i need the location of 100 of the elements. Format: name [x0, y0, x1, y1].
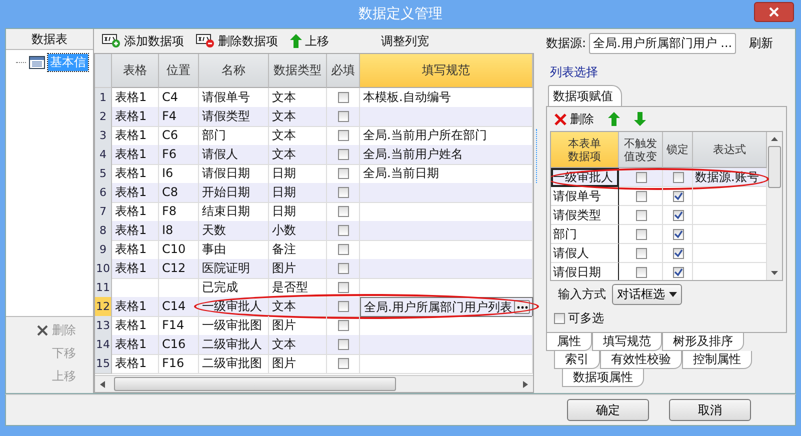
checkbox[interactable]	[673, 210, 684, 220]
table-cell: 表格1	[112, 107, 159, 127]
column-header[interactable]: 名称	[199, 54, 269, 88]
refresh-button[interactable]: 刷新	[739, 35, 774, 52]
checkbox[interactable]	[338, 206, 348, 217]
tab[interactable]: 索引	[554, 351, 600, 369]
column-header[interactable]: 填写规范	[360, 54, 533, 88]
checkbox[interactable]	[636, 228, 647, 240]
checkbox[interactable]	[636, 190, 647, 202]
checkbox[interactable]	[673, 172, 684, 182]
list-select-link[interactable]: 列表选择	[550, 64, 598, 81]
row-number: 12	[95, 297, 112, 317]
checkbox[interactable]	[338, 282, 348, 293]
dialog-button[interactable]: 取消	[669, 399, 751, 421]
tab[interactable]: 数据项属性	[562, 369, 644, 387]
table-cell: 表格1	[112, 335, 159, 355]
table-cell: 请假单号	[551, 187, 619, 206]
table-cell: F16	[159, 354, 199, 374]
scroll-left-icon[interactable]	[100, 380, 105, 388]
checkbox[interactable]	[554, 313, 565, 324]
remove-table-icon	[196, 34, 215, 48]
dialog-button[interactable]: 确定	[567, 399, 649, 421]
checkbox[interactable]	[636, 248, 647, 258]
checkbox[interactable]	[338, 92, 348, 103]
checkbox[interactable]	[338, 339, 348, 350]
tab[interactable]: 控制属性	[682, 351, 752, 369]
table-cell: C14	[159, 297, 199, 317]
table-icon	[29, 56, 45, 69]
row-number: 1	[95, 88, 112, 108]
column-header[interactable]: 表达式	[693, 132, 767, 168]
tab[interactable]: 属性	[546, 333, 592, 351]
toolbar-button[interactable]: 上移	[286, 32, 333, 50]
checkbox[interactable]	[338, 168, 348, 179]
column-header[interactable]: 锁定	[663, 132, 693, 168]
column-header[interactable]: 位置	[159, 54, 199, 88]
table-cell: 表格1	[112, 145, 159, 165]
checkbox[interactable]	[338, 263, 348, 274]
table-cell: 表格1	[112, 221, 159, 241]
row-number: 11	[95, 278, 112, 298]
table-cell: 医院证明	[199, 259, 269, 279]
column-header[interactable]: 本表单数据项	[551, 132, 619, 168]
scroll-up-icon[interactable]	[771, 137, 778, 141]
table-cell: 开始日期	[199, 183, 269, 203]
table-cell: 日期	[269, 183, 327, 203]
tab[interactable]: 数据项赋值	[548, 85, 622, 106]
tab[interactable]: 树形及排序	[662, 333, 744, 351]
checkbox[interactable]	[636, 266, 647, 278]
column-header[interactable]: 必填	[327, 54, 360, 88]
row-number: 6	[95, 183, 112, 203]
checkbox[interactable]	[636, 172, 647, 182]
datasource-field[interactable]: 全局.用户所属部门用户 ...	[589, 33, 736, 54]
row-number: 15	[95, 354, 112, 374]
checkbox[interactable]	[338, 149, 348, 160]
close-button[interactable]	[754, 2, 794, 22]
toolbar-button[interactable]: 添加数据项	[98, 32, 188, 50]
checkbox[interactable]	[636, 210, 647, 220]
table-cell: F4	[159, 107, 199, 127]
more-button[interactable]	[514, 300, 530, 314]
toolbar-button[interactable]: 删除数据项	[192, 32, 282, 50]
delete-button[interactable]: 删除	[550, 110, 598, 128]
up-arrow-icon	[290, 34, 302, 48]
rule-input-field[interactable]: 全局.用户所属部门用户列表	[360, 297, 533, 317]
tab[interactable]: 填写规范	[592, 333, 662, 351]
row-number: 9	[95, 240, 112, 260]
checkbox[interactable]	[338, 225, 348, 236]
checkbox[interactable]	[338, 358, 348, 369]
checkbox[interactable]	[338, 301, 348, 312]
vertical-scrollbar[interactable]	[767, 132, 782, 280]
scroll-down-icon[interactable]	[771, 271, 778, 275]
table-cell: 表格1	[112, 183, 159, 203]
checkbox[interactable]	[338, 320, 348, 331]
table-cell: C8	[159, 183, 199, 203]
table-cell: 二级审批人	[199, 335, 269, 355]
checkbox[interactable]	[338, 244, 348, 255]
input-mode-dropdown[interactable]: 对话框选	[612, 284, 682, 305]
tab[interactable]: 有效性校验	[600, 351, 682, 369]
checkbox[interactable]	[338, 187, 348, 198]
table-cell: C16	[159, 335, 199, 355]
checkbox[interactable]	[338, 111, 348, 122]
checkbox[interactable]	[338, 130, 348, 141]
panel-header: 数据表	[6, 29, 93, 50]
down-arrow-icon	[634, 112, 646, 126]
column-header[interactable]: 不触发值改变	[619, 132, 663, 168]
table-cell: 全局.当前用户姓名	[360, 145, 533, 165]
column-header[interactable]: 数据类型	[269, 54, 327, 88]
checkbox[interactable]	[673, 248, 684, 258]
scroll-right-icon[interactable]	[523, 380, 528, 388]
table-cell: F6	[159, 145, 199, 165]
table-cell: C12	[159, 259, 199, 279]
toolbar-button[interactable]: 调整列宽	[377, 32, 433, 50]
checkbox[interactable]	[673, 190, 684, 202]
horizontal-scrollbar[interactable]	[95, 375, 533, 392]
row-number: 3	[95, 126, 112, 146]
checkbox[interactable]	[673, 228, 684, 240]
table-cell: 小数	[269, 221, 327, 241]
input-mode-label: 输入方式	[558, 286, 606, 303]
checkbox[interactable]	[673, 266, 684, 278]
column-header[interactable]: 表格	[112, 54, 159, 88]
table-cell: 部门	[551, 225, 619, 244]
table-cell: 请假人	[199, 145, 269, 165]
